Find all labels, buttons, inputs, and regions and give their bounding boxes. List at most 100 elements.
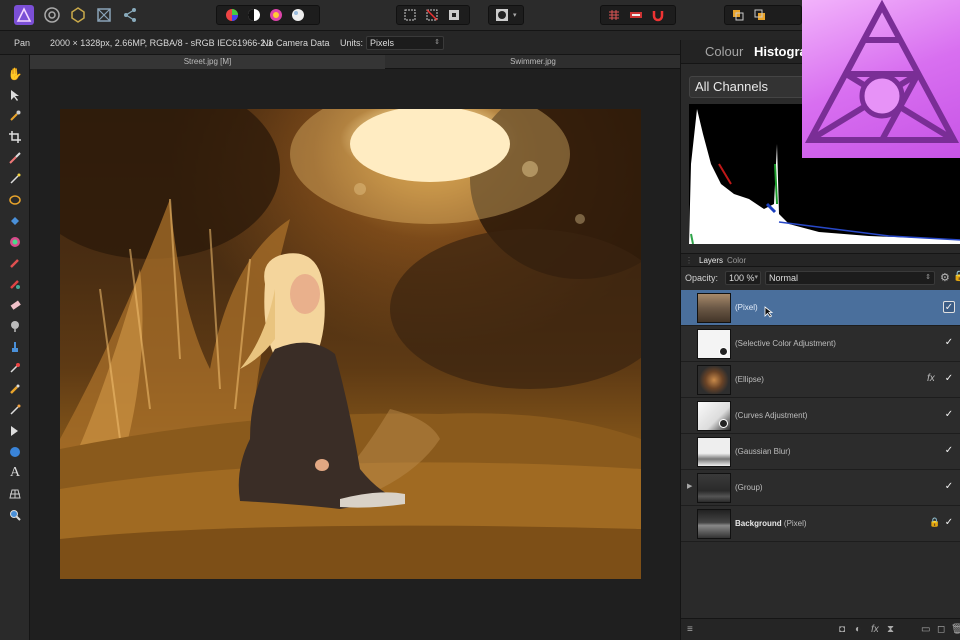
- lock-icon[interactable]: 🔒: [953, 271, 960, 282]
- layer-background[interactable]: Background (Pixel) 🔒 ✓: [681, 506, 960, 542]
- chevron-down-icon[interactable]: ▾: [513, 11, 517, 19]
- visibility-checkbox[interactable]: ✓: [943, 337, 955, 349]
- layers-footer: ≡ ◘ ◐ fx ⧗ ▭ ◻ 🗑: [681, 618, 960, 640]
- visibility-checkbox[interactable]: ✓: [943, 517, 955, 529]
- liquify-persona-icon[interactable]: [42, 5, 62, 25]
- selection-brush-tool-icon[interactable]: [6, 149, 24, 167]
- hsl-icon[interactable]: [265, 6, 287, 24]
- mode-group: ▾: [488, 5, 524, 25]
- layer-curves[interactable]: (Curves Adjustment) ✓: [681, 398, 960, 434]
- text-tool-icon[interactable]: A: [6, 464, 24, 482]
- mask-icon[interactable]: ◘: [839, 624, 845, 635]
- photo-persona-icon[interactable]: [14, 5, 34, 25]
- layer-name: (Gaussian Blur): [735, 447, 791, 456]
- marquee-icon[interactable]: [399, 6, 421, 24]
- deselect-icon[interactable]: [421, 6, 443, 24]
- drag-handle-icon[interactable]: ⋮: [685, 256, 693, 265]
- quick-mask-icon[interactable]: [491, 6, 513, 24]
- blend-mode-value: Normal: [769, 273, 799, 283]
- selection-tools-group: [396, 5, 470, 25]
- ellipse-tool-icon[interactable]: [6, 443, 24, 461]
- tab-swimmer[interactable]: Swimmer.jpg: [386, 55, 680, 69]
- visibility-checkbox[interactable]: ✓: [943, 409, 955, 421]
- export-persona-icon[interactable]: [120, 5, 140, 25]
- arrange-forward-icon[interactable]: [749, 6, 771, 24]
- fx-icon[interactable]: fx: [871, 624, 879, 635]
- opacity-select[interactable]: 100 % ▾: [725, 271, 761, 285]
- delete-icon[interactable]: 🗑: [951, 624, 960, 635]
- gradient-tool-icon[interactable]: [6, 233, 24, 251]
- tab-histogram[interactable]: Histogra: [754, 44, 807, 59]
- mesh-warp-tool-icon[interactable]: [6, 401, 24, 419]
- pen-tool-icon[interactable]: [6, 422, 24, 440]
- develop-persona-icon[interactable]: [68, 5, 88, 25]
- layer-ellipse[interactable]: (Ellipse) fx ✓: [681, 362, 960, 398]
- units-label: Units:: [340, 38, 364, 48]
- document-info: 2000 × 1328px, 2.66MP, RGBA/8 - sRGB IEC…: [50, 38, 273, 48]
- fx-icon[interactable]: fx: [927, 373, 935, 384]
- paint-brush-tool-icon[interactable]: [6, 254, 24, 272]
- layer-thumbnail: [697, 365, 731, 395]
- layer-pixel[interactable]: (Pixel) ✓: [681, 290, 960, 326]
- channels-value: All Channels: [695, 79, 768, 94]
- stack-icon[interactable]: ≡: [687, 624, 693, 635]
- visibility-checkbox[interactable]: ✓: [943, 445, 955, 457]
- marquee-tool-icon[interactable]: [6, 191, 24, 209]
- layer-selective-color[interactable]: (Selective Color Adjustment) ✓: [681, 326, 960, 362]
- tab-layers[interactable]: Layers: [699, 256, 723, 265]
- add-layer-icon[interactable]: ◻: [937, 624, 945, 635]
- layer-thumbnail: [697, 329, 731, 359]
- erase-brush-tool-icon[interactable]: [6, 296, 24, 314]
- assistant-icon[interactable]: [625, 6, 647, 24]
- crop-tool-icon[interactable]: [6, 128, 24, 146]
- lock-icon[interactable]: 🔒: [929, 517, 940, 528]
- tone-mapping-persona-icon[interactable]: [94, 5, 114, 25]
- dodge-brush-tool-icon[interactable]: [6, 317, 24, 335]
- layer-name: Background (Pixel): [735, 519, 807, 528]
- expand-arrow-icon[interactable]: ▶: [687, 482, 692, 490]
- layer-name: (Pixel): [735, 303, 758, 312]
- tab-color[interactable]: Color: [727, 256, 746, 265]
- grid-icon[interactable]: [603, 6, 625, 24]
- smudge-brush-tool-icon[interactable]: [6, 380, 24, 398]
- layer-group[interactable]: ▶ (Group) ✓: [681, 470, 960, 506]
- hand-tool-icon[interactable]: ✋: [6, 65, 24, 83]
- snapping-magnet-icon[interactable]: [647, 6, 669, 24]
- camera-info: No Camera Data: [262, 38, 330, 48]
- layer-thumbnail: [697, 401, 731, 431]
- color-picker-tool-icon[interactable]: [6, 107, 24, 125]
- color-replacement-tool-icon[interactable]: [6, 275, 24, 293]
- live-filter-icon[interactable]: ⧗: [887, 624, 894, 635]
- channels-select[interactable]: All Channels: [689, 76, 817, 98]
- visibility-checkbox[interactable]: ✓: [943, 481, 955, 493]
- adjustment-icon[interactable]: ◐: [855, 624, 861, 635]
- invert-selection-icon[interactable]: [443, 6, 465, 24]
- photo-woman-in-grass[interactable]: [60, 109, 641, 579]
- folder-icon[interactable]: ▭: [921, 624, 930, 635]
- blemish-removal-tool-icon[interactable]: [6, 359, 24, 377]
- arrange-back-icon[interactable]: [727, 6, 749, 24]
- tab-street[interactable]: Street.jpg [M]: [30, 55, 385, 69]
- gear-icon[interactable]: ⚙: [940, 271, 950, 284]
- color-wheel-icon[interactable]: [221, 6, 243, 24]
- black-white-icon[interactable]: [243, 6, 265, 24]
- opacity-label: Opacity:: [685, 273, 719, 283]
- move-tool-icon[interactable]: [6, 86, 24, 104]
- zoom-tool-icon[interactable]: [6, 506, 24, 524]
- units-select[interactable]: Pixels ⇕: [366, 36, 444, 50]
- visibility-checkbox[interactable]: ✓: [943, 373, 955, 385]
- layer-gaussian-blur[interactable]: (Gaussian Blur) ✓: [681, 434, 960, 470]
- tab-colour[interactable]: Colour: [705, 44, 743, 59]
- cursor-arrow-icon: [764, 306, 773, 318]
- layer-thumbnail: [697, 473, 731, 503]
- document-tabs: Street.jpg [M] Swimmer.jpg: [30, 55, 680, 69]
- perspective-tool-icon[interactable]: [6, 485, 24, 503]
- white-balance-icon[interactable]: [287, 6, 309, 24]
- flood-fill-tool-icon[interactable]: [6, 212, 24, 230]
- flood-select-tool-icon[interactable]: [6, 170, 24, 188]
- blend-mode-select[interactable]: Normal ⇕: [765, 271, 935, 285]
- visibility-checkbox[interactable]: ✓: [943, 301, 955, 313]
- canvas[interactable]: [30, 69, 680, 640]
- clone-brush-tool-icon[interactable]: [6, 338, 24, 356]
- arrange-group: [724, 5, 802, 25]
